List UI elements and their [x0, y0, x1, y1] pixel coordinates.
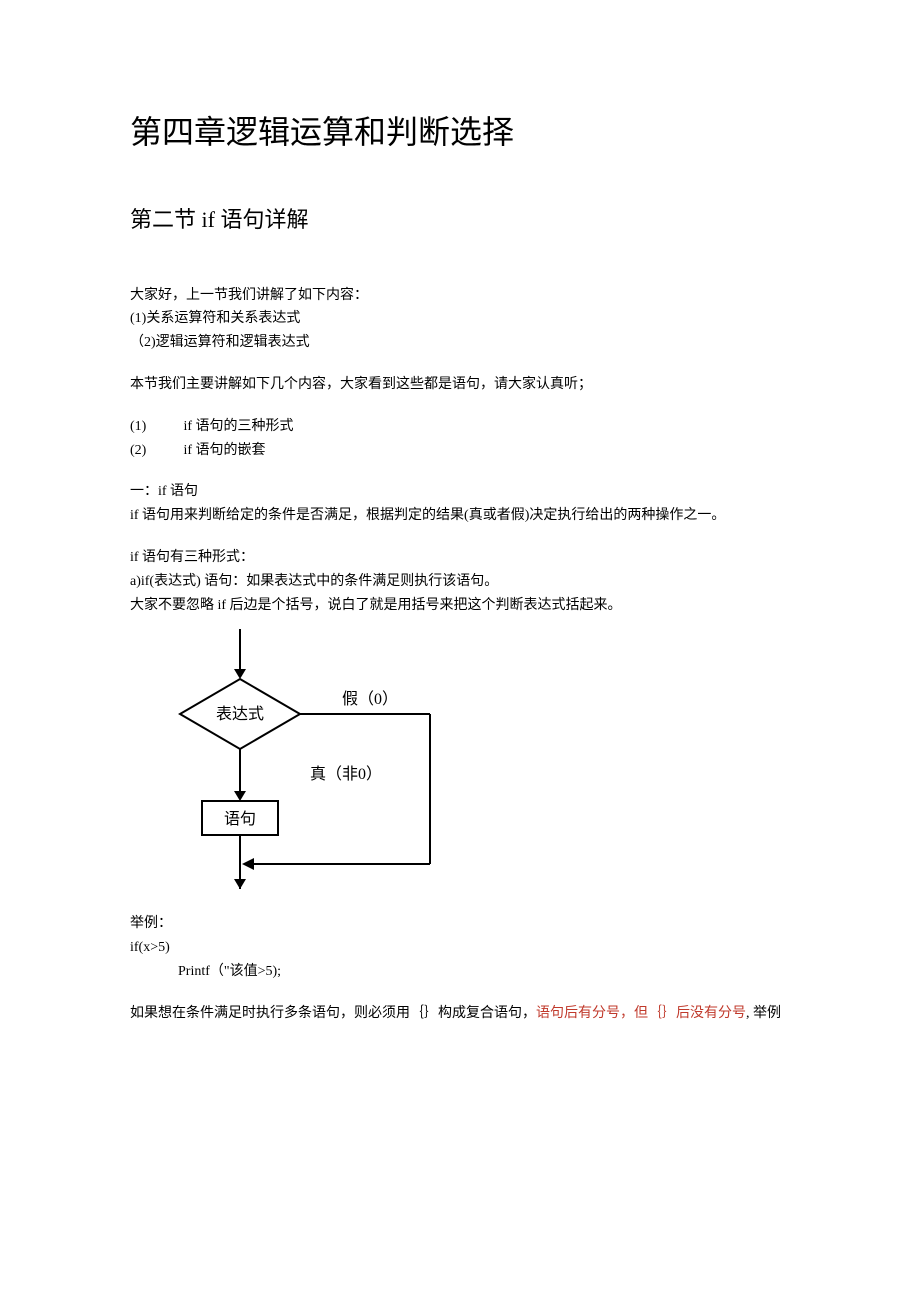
- sec1-heading: 一：if 语句: [130, 480, 790, 504]
- intro-item-2: （2)逻辑运算符和逻辑表达式: [130, 331, 790, 355]
- diagram-stmt-label: 语句: [224, 810, 256, 828]
- sec1-p3: a)if(表达式) 语句：如果表达式中的条件满足则执行该语句。: [130, 570, 790, 594]
- toc-item-2-text: if 语句的嵌套: [184, 443, 266, 458]
- intro-line: 大家好，上一节我们讲解了如下内容：: [130, 284, 790, 308]
- compound-text-red: 语句后有分号，但｛｝后没有分号: [536, 1006, 746, 1021]
- example-code-line-1: if(x>5): [130, 936, 790, 960]
- sec1-p2: if 语句有三种形式：: [130, 546, 790, 570]
- section-title: 第二节 if 语句详解: [130, 205, 790, 236]
- toc-item-1: (1) if 语句的三种形式: [130, 415, 790, 439]
- toc-item-2-num: (2): [130, 439, 180, 463]
- sec1-p1: if 语句用来判断给定的条件是否满足，根据判定的结果(真或者假)决定执行给出的两…: [130, 504, 790, 528]
- toc-item-2: (2) if 语句的嵌套: [130, 439, 790, 463]
- example-label: 举例：: [130, 912, 790, 936]
- intro-item-1: (1)关系运算符和关系表达式: [130, 307, 790, 331]
- example-code-line-2: Printf（"该值>5);: [130, 960, 790, 984]
- compound-text-a: 如果想在条件满足时执行多条语句，则必须用｛｝构成复合语句，: [130, 1006, 536, 1021]
- sec1-p4: 大家不要忽略 if 后边是个括号，说白了就是用括号来把这个判断表达式括起来。: [130, 594, 790, 618]
- diagram-true-label: 真（非0）: [310, 765, 382, 783]
- compound-text-b: , 举例: [746, 1006, 781, 1021]
- chapter-title: 第四章逻辑运算和判断选择: [130, 110, 790, 155]
- diagram-cond-label: 表达式: [216, 705, 264, 723]
- this-section-line: 本节我们主要讲解如下几个内容，大家看到这些都是语句，请大家认真听；: [130, 373, 790, 397]
- toc-item-1-num: (1): [130, 415, 180, 439]
- flowchart-diagram: 表达式 假（0） 真（非0） 语句: [170, 629, 790, 894]
- diagram-false-label: 假（0）: [342, 690, 398, 708]
- toc-item-1-text: if 语句的三种形式: [184, 419, 294, 434]
- compound-paragraph: 如果想在条件满足时执行多条语句，则必须用｛｝构成复合语句，语句后有分号，但｛｝后…: [130, 1002, 790, 1026]
